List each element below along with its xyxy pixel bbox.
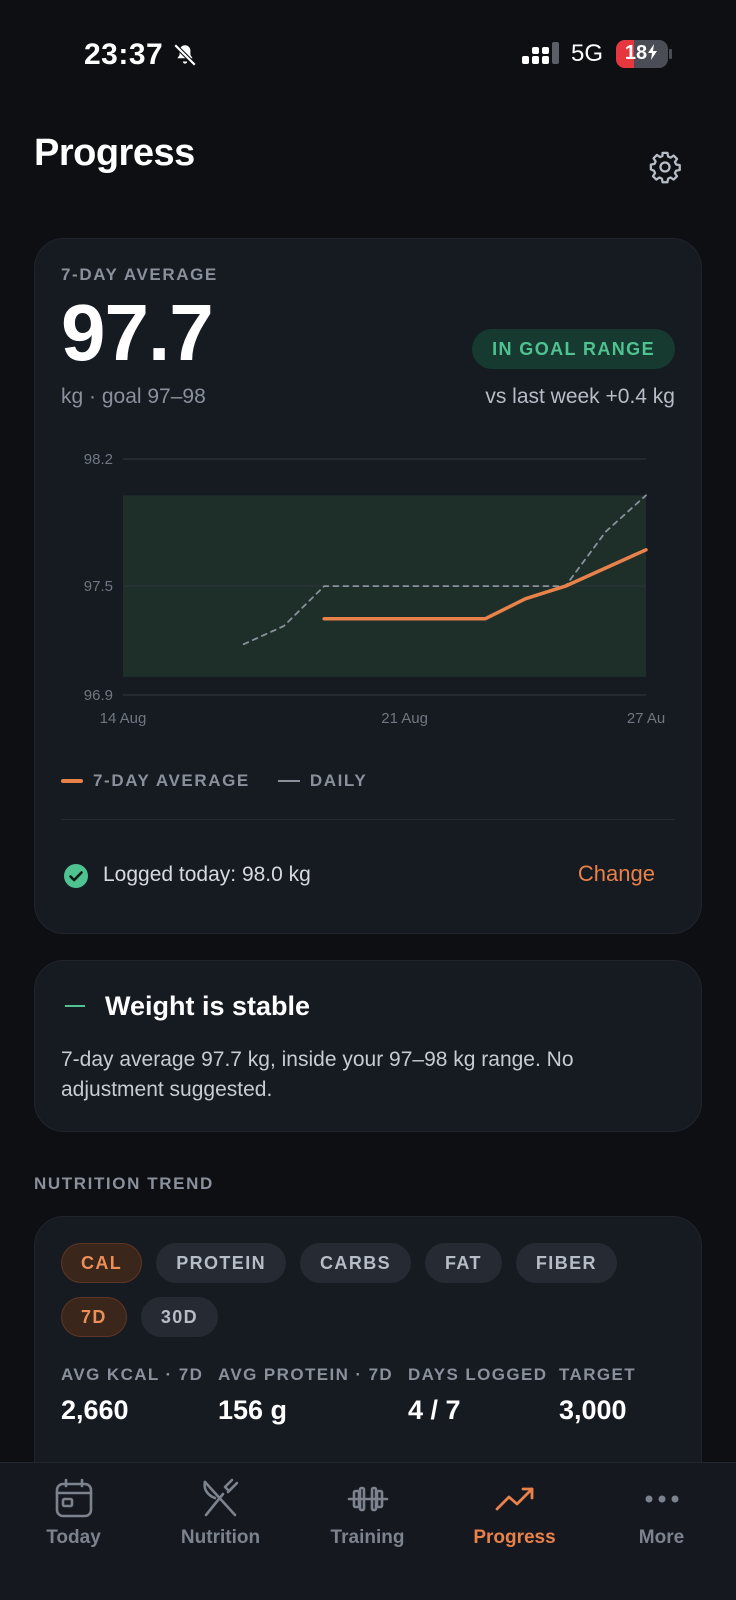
goal-range-badge: IN GOAL RANGE bbox=[472, 329, 675, 369]
nav-label: Training bbox=[330, 1527, 405, 1548]
change-weight-button[interactable]: Change bbox=[578, 861, 655, 887]
cellular-signal-icon bbox=[522, 42, 559, 64]
status-body: 7-day average 97.7 kg, inside your 97–98… bbox=[61, 1048, 574, 1101]
stat-days-logged: DAYS LOGGED 4 / 7 bbox=[408, 1365, 547, 1426]
y-tick-label: 98.2 bbox=[84, 451, 113, 468]
stat-avg-protein: AVG PROTEIN · 7D 156 g bbox=[218, 1365, 393, 1426]
legend-label-average: 7-DAY AVERAGE bbox=[93, 771, 250, 790]
gear-icon[interactable] bbox=[648, 150, 682, 184]
stat-value: 2,660 bbox=[61, 1395, 129, 1425]
stat-value: 156 g bbox=[218, 1395, 288, 1425]
nav-training[interactable]: Training bbox=[294, 1463, 441, 1583]
nav-progress[interactable]: Progress bbox=[441, 1463, 588, 1583]
weight-status-card: Weight is stable 7-day average 97.7 kg, … bbox=[34, 960, 702, 1132]
nutrition-section-label: NUTRITION TREND bbox=[34, 1174, 214, 1193]
range-chip-row: 7D 30D bbox=[61, 1297, 232, 1337]
logged-today-text: Logged today: 98.0 kg bbox=[103, 863, 311, 886]
status-time: 23:37 bbox=[84, 38, 164, 71]
status-bar: 23:37 5G 18 bbox=[0, 0, 736, 110]
page-title: Progress bbox=[34, 132, 195, 174]
battery-indicator: 18 bbox=[616, 40, 668, 68]
stat-label: AVG KCAL · 7D bbox=[61, 1365, 204, 1384]
fork-knife-icon bbox=[202, 1478, 238, 1517]
nav-label: Progress bbox=[473, 1527, 556, 1548]
legend-swatch-average bbox=[61, 779, 83, 783]
network-type: 5G bbox=[571, 40, 604, 67]
weight-trend-chart: 98.2 97.5 96.9 14 Aug 21 Aug 27 Au bbox=[84, 451, 665, 727]
check-circle-icon bbox=[64, 864, 88, 888]
trend-up-icon bbox=[495, 1487, 533, 1511]
x-tick-label: 14 Aug bbox=[100, 710, 147, 727]
x-tick-label: 27 Au bbox=[627, 710, 665, 727]
nav-nutrition[interactable]: Nutrition bbox=[147, 1463, 294, 1583]
unit-goal-text: kg · goal 97–98 bbox=[61, 385, 206, 408]
chip-7d[interactable]: 7D bbox=[61, 1297, 127, 1337]
stat-label: TARGET bbox=[559, 1365, 637, 1384]
chip-fiber[interactable]: FIBER bbox=[515, 1243, 617, 1283]
chip-cal[interactable]: CAL bbox=[61, 1243, 143, 1283]
stat-label: DAYS LOGGED bbox=[408, 1365, 548, 1384]
card-divider bbox=[61, 819, 675, 820]
bell-off-icon bbox=[173, 43, 197, 67]
y-tick-label: 97.5 bbox=[84, 578, 113, 595]
chip-protein[interactable]: PROTEIN bbox=[156, 1243, 287, 1283]
average-eyebrow: 7-DAY AVERAGE bbox=[61, 265, 218, 284]
x-tick-label: 21 Aug bbox=[381, 710, 428, 727]
chip-carbs[interactable]: CARBS bbox=[300, 1243, 412, 1283]
vs-last-week-text: vs last week +0.4 kg bbox=[485, 385, 675, 408]
nav-label: Today bbox=[46, 1527, 101, 1548]
legend-swatch-daily bbox=[277, 780, 300, 782]
weight-average-card: 7-DAY AVERAGE 97.7 IN GOAL RANGE kg · go… bbox=[34, 238, 702, 934]
metric-chip-row: CAL PROTEIN CARBS FAT FIBER bbox=[61, 1243, 631, 1283]
progress-screen: 23:37 5G 18 Progress 7-DAY AVERAGE 97.7 … bbox=[0, 0, 736, 1600]
battery-charging-icon bbox=[648, 44, 658, 60]
stat-value: 4 / 7 bbox=[408, 1395, 461, 1425]
nav-label: More bbox=[638, 1527, 685, 1548]
y-tick-label: 96.9 bbox=[84, 687, 113, 704]
battery-level: 18 bbox=[624, 42, 648, 64]
bottom-navigation: Today Nutrition Training Progress More bbox=[0, 1462, 736, 1600]
chart-legend: 7-DAY AVERAGE DAILY bbox=[61, 769, 367, 793]
stat-label: AVG PROTEIN · 7D bbox=[218, 1365, 394, 1384]
calendar-icon bbox=[55, 1478, 92, 1518]
stat-target: TARGET 3,000 bbox=[559, 1365, 636, 1426]
chip-30d[interactable]: 30D bbox=[140, 1297, 219, 1337]
legend-label-daily: DAILY bbox=[309, 771, 368, 790]
nav-today[interactable]: Today bbox=[0, 1463, 147, 1583]
more-dots-icon bbox=[645, 1495, 678, 1503]
stat-value: 3,000 bbox=[559, 1395, 627, 1425]
minus-icon bbox=[65, 1005, 85, 1007]
nav-label: Nutrition bbox=[180, 1527, 261, 1548]
status-title: Weight is stable bbox=[105, 991, 311, 1021]
battery-cap bbox=[669, 49, 672, 59]
average-weight-value: 97.7 bbox=[61, 288, 214, 377]
chip-fat[interactable]: FAT bbox=[425, 1243, 502, 1283]
stat-avg-kcal: AVG KCAL · 7D 2,660 bbox=[61, 1365, 203, 1426]
nav-more[interactable]: More bbox=[588, 1463, 735, 1583]
dumbbell-icon bbox=[347, 1486, 388, 1512]
